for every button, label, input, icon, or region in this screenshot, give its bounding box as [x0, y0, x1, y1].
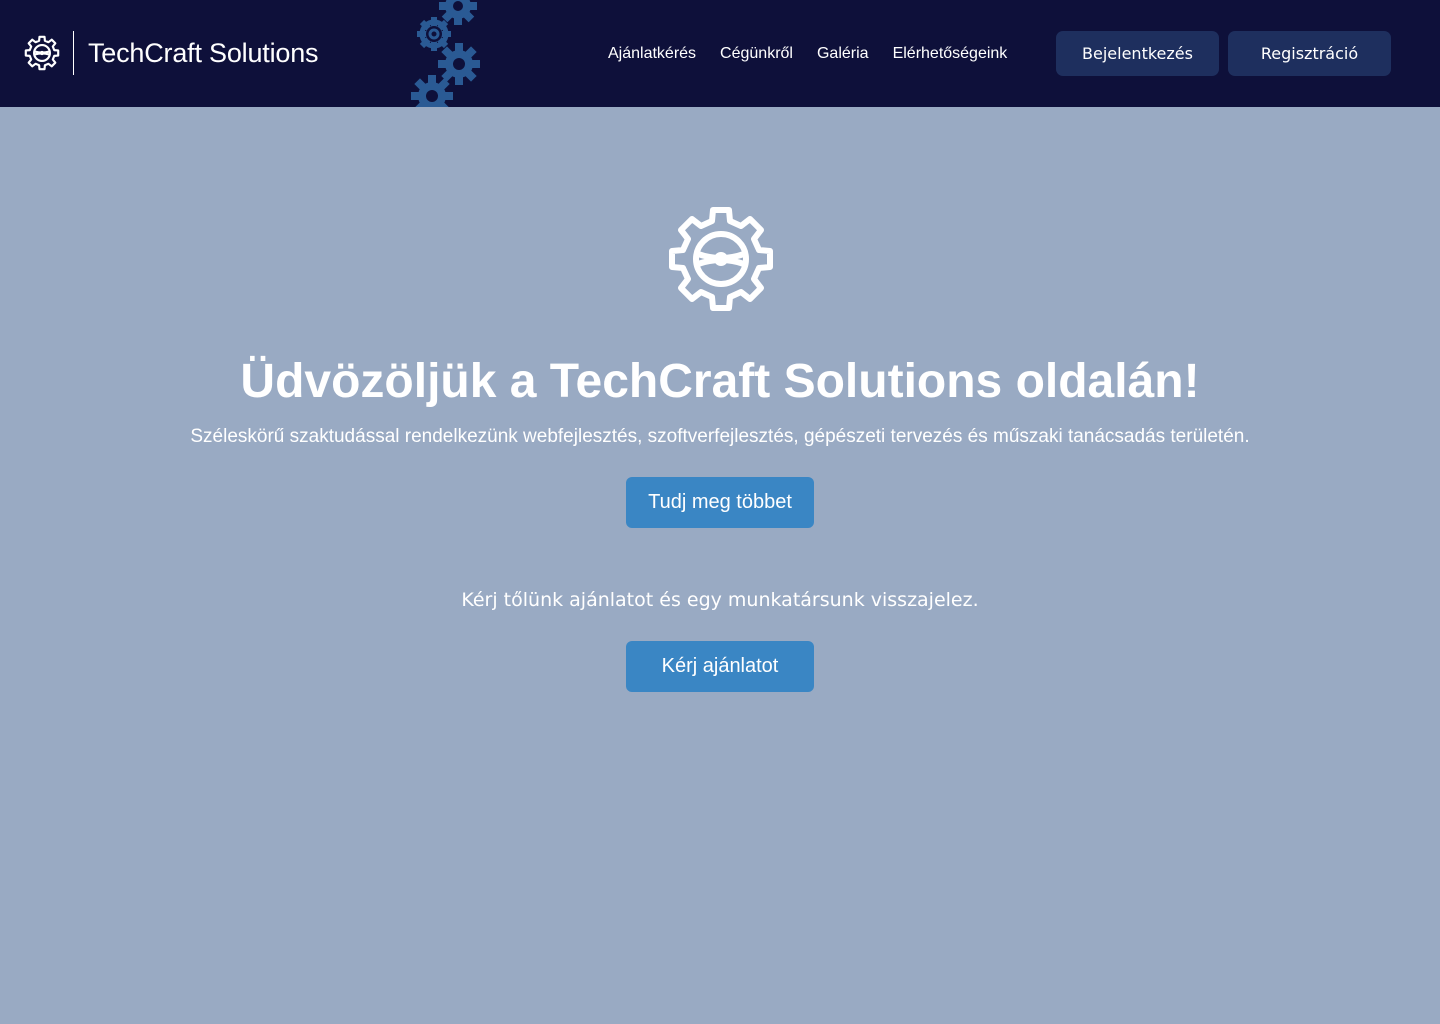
- login-button[interactable]: Bejelentkezés: [1056, 31, 1219, 76]
- offer-text: Kérj tőlünk ajánlatot és egy munkatársun…: [461, 589, 979, 611]
- main-nav: Ajánlatkérés Cégünkről Galéria Elérhetős…: [608, 44, 1007, 64]
- brand[interactable]: TechCraft Solutions: [24, 31, 319, 75]
- gear-wheel-icon: [669, 207, 773, 311]
- register-button[interactable]: Regisztráció: [1228, 31, 1391, 76]
- site-header: TechCraft Solutions Ajánlatkérés Cégünkr…: [0, 0, 1440, 107]
- hero-title: Üdvözöljük a TechCraft Solutions oldalán…: [240, 355, 1200, 408]
- learn-more-button[interactable]: Tudj meg többet: [626, 477, 814, 528]
- brand-name: TechCraft Solutions: [88, 37, 319, 68]
- nav-item-quote-request[interactable]: Ajánlatkérés: [608, 44, 696, 64]
- gear-logo-icon: [24, 35, 60, 71]
- nav-item-gallery[interactable]: Galéria: [817, 44, 869, 64]
- request-quote-button[interactable]: Kérj ajánlatot: [626, 641, 814, 692]
- decorative-gears-icon: [411, 0, 480, 107]
- hero-subtitle: Széleskörű szaktudással rendelkezünk web…: [190, 426, 1250, 447]
- brand-divider: [73, 31, 74, 75]
- nav-item-about[interactable]: Cégünkről: [720, 44, 793, 64]
- nav-item-contact[interactable]: Elérhetőségeink: [893, 44, 1008, 64]
